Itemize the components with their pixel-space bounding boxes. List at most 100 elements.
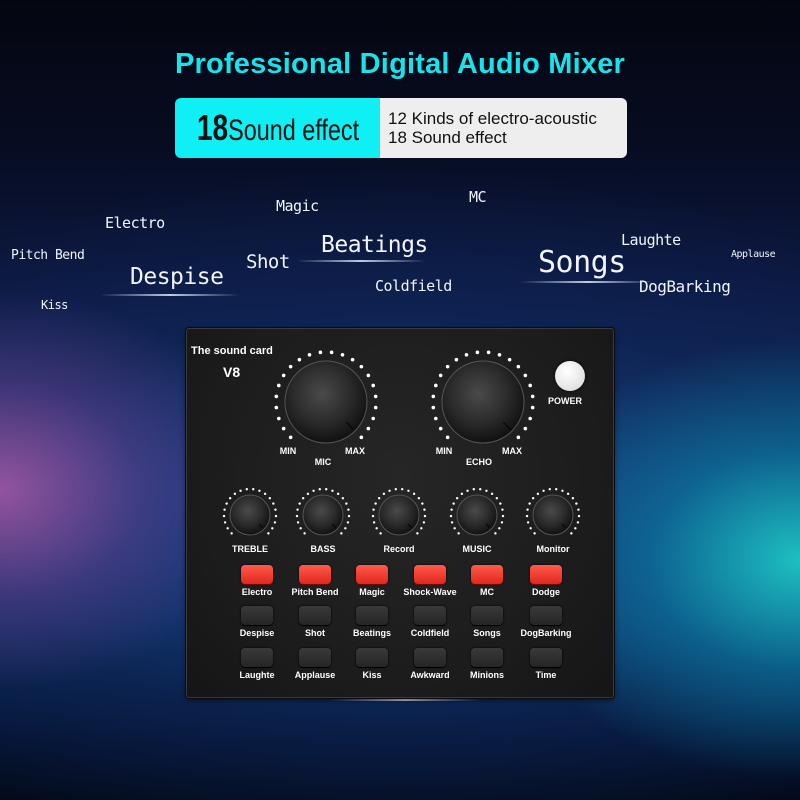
effect-pad-minions[interactable] bbox=[471, 648, 503, 667]
knob-tick-dot bbox=[485, 489, 488, 492]
knob-tick-dot bbox=[371, 514, 375, 518]
knob-tick-dot bbox=[407, 489, 410, 492]
effect-pad-label: Laughte bbox=[239, 670, 275, 680]
effect-pad-shot[interactable] bbox=[299, 606, 331, 625]
sound-effect-badge: 18 Sound effect 12 Kinds of electro-acou… bbox=[175, 98, 627, 158]
knob-tick-dot bbox=[574, 527, 577, 530]
knob-tick-dot bbox=[453, 527, 456, 530]
effect-pad-label: Applause bbox=[294, 670, 336, 680]
light-streak bbox=[296, 260, 426, 262]
knob-tick-dot bbox=[526, 508, 529, 511]
effect-pad-shock-wave[interactable] bbox=[414, 565, 446, 584]
echo-knob[interactable] bbox=[428, 347, 538, 457]
effect-pad-label: Shot bbox=[305, 628, 325, 638]
knob-tick-dot bbox=[277, 416, 281, 421]
knob-body[interactable] bbox=[456, 494, 498, 536]
effect-pad-kiss[interactable] bbox=[356, 648, 388, 667]
knob-tick-dot bbox=[445, 435, 450, 440]
effect-pad-magic[interactable] bbox=[356, 565, 388, 584]
knob-body[interactable] bbox=[532, 494, 574, 536]
effect-pad-applause[interactable] bbox=[299, 648, 331, 667]
effect-pad-label: Electro bbox=[241, 587, 273, 597]
small-knob-group bbox=[369, 485, 429, 545]
knob-tick-dot bbox=[350, 357, 355, 362]
light-streak bbox=[100, 294, 240, 296]
effect-pad-label: MC bbox=[480, 587, 494, 597]
knob-tick-dot bbox=[536, 492, 540, 496]
effect-pad-label: Dodge bbox=[532, 587, 560, 597]
model-label: V8 bbox=[223, 364, 241, 380]
knob-tick-dot bbox=[281, 373, 286, 378]
knob-tick-dot bbox=[450, 521, 454, 524]
knob-tick-dot bbox=[528, 383, 532, 388]
effect-pad-dogbarking[interactable] bbox=[530, 606, 562, 625]
knob-body[interactable] bbox=[284, 360, 368, 444]
knob-tick-dot bbox=[434, 383, 438, 388]
mic-knob[interactable] bbox=[271, 347, 381, 457]
small-knob-group bbox=[523, 485, 583, 545]
knob-tick-dot bbox=[281, 426, 286, 431]
knob-tick-dot bbox=[421, 502, 424, 505]
effect-pad-dodge[interactable] bbox=[530, 565, 562, 584]
knob-tick-dot bbox=[340, 353, 345, 357]
effect-pad-time[interactable] bbox=[530, 648, 562, 667]
knob-tick-dot bbox=[359, 435, 364, 440]
effect-pad-despise[interactable] bbox=[241, 606, 273, 625]
knob-tick-dot bbox=[228, 496, 232, 500]
knob-body[interactable] bbox=[302, 494, 344, 536]
knob-tick-dot bbox=[299, 527, 302, 530]
knob-tick-dot bbox=[434, 416, 438, 421]
knob-tick-dot bbox=[336, 492, 340, 496]
effect-pad-awkward[interactable] bbox=[414, 648, 446, 667]
effect-pad-songs[interactable] bbox=[471, 606, 503, 625]
knob-tick-dot bbox=[325, 487, 328, 491]
bass-knob[interactable] bbox=[293, 485, 353, 545]
floating-word: Kiss bbox=[41, 298, 68, 312]
knob-tick-dot bbox=[495, 496, 499, 500]
knob-tick-dot bbox=[450, 508, 453, 511]
knob-tick-dot bbox=[288, 364, 293, 369]
effect-pad-beatings[interactable] bbox=[356, 606, 388, 625]
knob-tick-dot bbox=[223, 508, 226, 511]
knob-tick-dot bbox=[272, 502, 275, 505]
knob-body[interactable] bbox=[229, 494, 271, 536]
effect-pad-electro[interactable] bbox=[241, 565, 273, 584]
knob-tick-dot bbox=[530, 405, 535, 410]
knob-tick-dot bbox=[274, 405, 279, 410]
effect-pad-pitch-bend[interactable] bbox=[299, 565, 331, 584]
music-knob[interactable] bbox=[447, 485, 507, 545]
floating-word: Songs bbox=[538, 245, 626, 280]
monitor-knob[interactable] bbox=[523, 485, 583, 545]
power-button[interactable] bbox=[555, 361, 585, 391]
knob-tick-dot bbox=[490, 492, 494, 496]
knob-tick-dot bbox=[226, 527, 229, 530]
knob-tick-dot bbox=[449, 514, 453, 518]
knob-tick-dot bbox=[345, 502, 348, 505]
knob-tick-dot bbox=[372, 508, 375, 511]
treble-knob[interactable] bbox=[220, 485, 280, 545]
effect-pad-laughte[interactable] bbox=[241, 648, 273, 667]
knob-tick-dot bbox=[230, 532, 233, 535]
knob-tick-dot bbox=[341, 496, 345, 500]
knob-tick-dot bbox=[454, 357, 459, 362]
knob-tick-dot bbox=[318, 350, 323, 355]
knob-tick-dot bbox=[331, 489, 334, 492]
knob-tick-dot bbox=[296, 508, 299, 511]
knob-tick-dot bbox=[373, 405, 378, 410]
knob-tick-dot bbox=[455, 496, 459, 500]
knob-tick-dot bbox=[542, 489, 545, 492]
floating-word: Despise bbox=[130, 264, 224, 290]
record-knob[interactable] bbox=[369, 485, 429, 545]
knob-body[interactable] bbox=[441, 360, 525, 444]
floating-word: Beatings bbox=[321, 232, 428, 258]
knob-tick-dot bbox=[438, 373, 443, 378]
knob-tick-dot bbox=[416, 532, 419, 535]
knob-tick-dot bbox=[312, 489, 315, 492]
knob-tick-dot bbox=[529, 527, 532, 530]
knob-body[interactable] bbox=[378, 494, 420, 536]
knob-tick-dot bbox=[422, 521, 426, 524]
knob-tick-dot bbox=[359, 364, 364, 369]
knob-tick-dot bbox=[288, 435, 293, 440]
effect-pad-coldfield[interactable] bbox=[414, 606, 446, 625]
effect-pad-mc[interactable] bbox=[471, 565, 503, 584]
